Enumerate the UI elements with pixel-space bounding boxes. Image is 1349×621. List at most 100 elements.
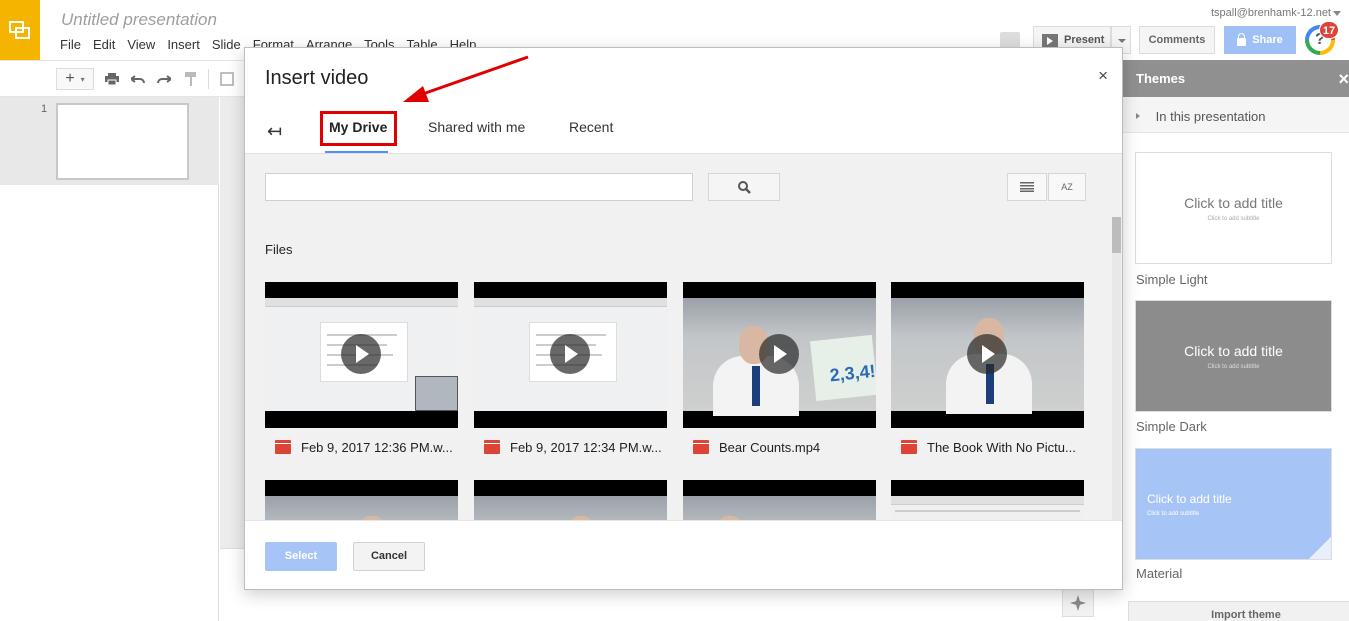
sort-az-icon: AZ	[1061, 182, 1073, 192]
slide-filmstrip: 1	[0, 97, 219, 621]
play-icon[interactable]	[759, 334, 799, 374]
menu-view[interactable]: View	[127, 37, 163, 52]
account-email[interactable]: tspall@brenhamk-12.net	[1211, 7, 1331, 19]
themes-section-label: In this presentation	[1155, 109, 1266, 124]
dialog-footer: Select Cancel	[245, 520, 1122, 589]
account-chevron-down-icon[interactable]	[1333, 11, 1341, 16]
slide-row[interactable]: 1	[0, 97, 219, 185]
search-button[interactable]	[708, 173, 780, 201]
video-thumbnail[interactable]	[891, 282, 1084, 428]
video-thumbnail[interactable]	[891, 480, 1084, 520]
expand-triangle-icon	[1136, 113, 1140, 119]
thumbnail-frame	[683, 496, 876, 520]
annotation-arrow-icon	[403, 55, 529, 102]
slides-logo-icon[interactable]	[0, 0, 40, 60]
annotation-highlight-box	[320, 111, 397, 146]
play-icon[interactable]	[967, 334, 1007, 374]
lock-icon	[1237, 32, 1247, 46]
video-file-icon	[693, 440, 709, 454]
file-name-row[interactable]: Bear Counts.mp4	[683, 438, 876, 456]
print-icon[interactable]	[103, 68, 121, 90]
paint-format-icon[interactable]	[182, 68, 200, 90]
new-slide-chevron-down-icon: ▾	[80, 74, 85, 84]
dialog-title: Insert video	[265, 67, 369, 89]
search-icon	[737, 180, 751, 194]
theme-preview-title: Click to add title	[1147, 491, 1232, 506]
scrollbar-thumb[interactable]	[1112, 217, 1121, 253]
picture-book: 2,3,4!	[810, 334, 876, 402]
themes-title: Themes	[1136, 71, 1186, 86]
sort-button[interactable]: AZ	[1048, 173, 1086, 201]
explore-icon	[1070, 595, 1086, 611]
video-thumbnail[interactable]	[265, 480, 458, 520]
notification-count-badge: 17	[1319, 21, 1339, 39]
file-name-row[interactable]: The Book With No Pictu...	[891, 438, 1084, 456]
list-view-icon	[1020, 182, 1034, 192]
play-icon[interactable]	[341, 334, 381, 374]
file-name: Feb 9, 2017 12:34 PM.w...	[510, 439, 662, 455]
video-file-icon	[484, 440, 500, 454]
import-theme-button[interactable]: Import theme	[1128, 601, 1349, 621]
file-name-row[interactable]: Feb 9, 2017 12:34 PM.w...	[474, 438, 667, 456]
themes-section-toggle[interactable]: In this presentation	[1122, 97, 1349, 133]
video-thumbnail[interactable]: 2,3,4!	[683, 282, 876, 428]
comments-button[interactable]: Comments	[1139, 26, 1215, 54]
menu-insert[interactable]: Insert	[167, 37, 208, 52]
search-input[interactable]	[265, 173, 693, 201]
slide-thumbnail[interactable]	[56, 103, 189, 180]
share-button[interactable]: Share	[1224, 26, 1296, 54]
file-name: Bear Counts.mp4	[719, 439, 821, 455]
present-play-icon	[1042, 33, 1058, 47]
video-thumbnail[interactable]	[265, 282, 458, 428]
theme-preview-subtitle: Click to add subtitle	[1207, 363, 1260, 370]
file-name-row[interactable]: Feb 9, 2017 12:36 PM.w...	[265, 438, 458, 456]
back-arrow-icon[interactable]: ↤	[267, 121, 282, 142]
theme-preview-title: Click to add title	[1184, 194, 1283, 211]
insert-video-dialog: Insert video × ↤ My Drive Shared with me…	[244, 47, 1123, 590]
file-list-scrollbar[interactable]	[1112, 217, 1121, 520]
themes-header: Themes ×	[1122, 60, 1349, 97]
select-button[interactable]: Select	[265, 542, 337, 571]
theme-name: Simple Dark	[1136, 419, 1207, 434]
theme-preview-subtitle: Click to add subtitle	[1207, 215, 1260, 222]
document-title[interactable]: Untitled presentation	[61, 10, 217, 30]
add-icon: +	[65, 70, 75, 87]
present-label: Present	[1064, 34, 1105, 46]
video-file-icon	[901, 440, 917, 454]
new-slide-button[interactable]: + ▾	[56, 68, 94, 90]
video-file-icon	[275, 440, 291, 454]
thumbnail-frame	[474, 496, 667, 520]
video-thumbnail[interactable]	[474, 282, 667, 428]
video-thumbnail[interactable]	[474, 480, 667, 520]
explore-button[interactable]	[1062, 589, 1094, 617]
video-thumbnail[interactable]	[683, 480, 876, 520]
slide-number: 1	[41, 103, 48, 115]
themes-panel: Themes × In this presentation Click to a…	[1122, 60, 1349, 621]
webcam-inset	[415, 376, 458, 411]
file-name: Feb 9, 2017 12:36 PM.w...	[301, 439, 453, 455]
toolbar-divider	[208, 69, 209, 89]
select-tool-icon[interactable]	[218, 68, 236, 90]
file-browser: AZ Files Feb 9, 2017 12:36 PM.w... Feb 9…	[245, 153, 1122, 520]
menu-edit[interactable]: Edit	[93, 37, 123, 52]
theme-name: Simple Light	[1136, 272, 1208, 287]
theme-card-material[interactable]: Click to add title Click to add subtitle	[1135, 448, 1332, 560]
themes-close-icon[interactable]: ×	[1338, 69, 1349, 90]
play-icon[interactable]	[550, 334, 590, 374]
tab-shared-with-me[interactable]: Shared with me	[428, 119, 525, 135]
files-section-label: Files	[265, 242, 293, 257]
theme-preview-subtitle: Click to add subtitle	[1147, 510, 1200, 517]
redo-icon[interactable]	[155, 68, 173, 90]
list-view-button[interactable]	[1007, 173, 1047, 201]
theme-card-simple-light[interactable]: Click to add title Click to add subtitle	[1135, 152, 1332, 264]
share-label: Share	[1252, 34, 1283, 46]
menu-file[interactable]: File	[60, 37, 89, 52]
dialog-close-icon[interactable]: ×	[1098, 66, 1108, 86]
theme-card-simple-dark[interactable]: Click to add title Click to add subtitle	[1135, 300, 1332, 412]
page-fold-decoration	[1309, 537, 1331, 559]
cancel-button[interactable]: Cancel	[353, 542, 425, 571]
notifications-button[interactable]: ? 17	[1305, 21, 1339, 55]
theme-name: Material	[1136, 566, 1183, 581]
undo-icon[interactable]	[129, 68, 147, 90]
tab-recent[interactable]: Recent	[569, 119, 613, 135]
